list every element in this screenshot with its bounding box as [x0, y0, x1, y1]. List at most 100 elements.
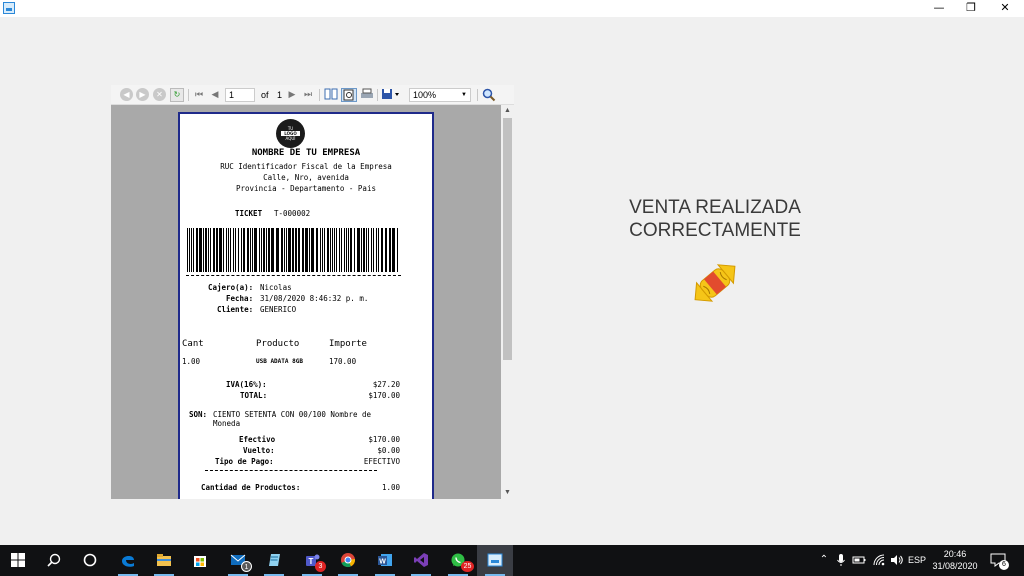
- cashier-value: Nicolas: [260, 283, 292, 292]
- taskbar-search-button[interactable]: [36, 545, 72, 576]
- document-map-icon[interactable]: [324, 88, 338, 102]
- column-header-amount: Importe: [329, 339, 367, 349]
- search-icon: [47, 553, 61, 567]
- total-pages-label: 1: [277, 90, 283, 100]
- vertical-scrollbar[interactable]: ▲ ▼: [501, 105, 514, 499]
- first-page-button[interactable]: ⏮: [194, 88, 204, 102]
- zoom-value: 100%: [413, 90, 437, 100]
- previous-page-button[interactable]: ◀: [210, 88, 220, 102]
- ticket-page: TU LOGO AQUÍ NOMBRE DE TU EMPRESA RUC Id…: [178, 112, 434, 499]
- of-label: of: [261, 90, 269, 100]
- separator-line: [186, 275, 401, 276]
- taskbar-visual-studio[interactable]: [403, 545, 439, 576]
- print-icon[interactable]: [360, 88, 374, 102]
- volume-icon[interactable]: [890, 553, 904, 567]
- payment-type-value: EFECTIVO: [363, 457, 400, 466]
- success-message-line-2: CORRECTAMENTE: [629, 220, 801, 241]
- separator-line: [205, 470, 377, 471]
- change-label: Vuelto:: [243, 446, 275, 455]
- word-icon: W: [378, 554, 392, 566]
- export-icon[interactable]: [381, 88, 401, 102]
- taskbar-file-explorer[interactable]: [146, 545, 182, 576]
- find-icon[interactable]: [482, 88, 496, 102]
- start-button[interactable]: [0, 545, 36, 576]
- taskbar-whatsapp[interactable]: 25: [440, 545, 476, 576]
- column-header-qty: Cant: [182, 339, 204, 349]
- taskbar-word[interactable]: W: [367, 545, 403, 576]
- visual-studio-icon: [414, 553, 428, 567]
- battery-icon[interactable]: [852, 553, 866, 567]
- product-count-label: Cantidad de Productos:: [201, 483, 301, 492]
- company-name: NOMBRE DE TU EMPRESA: [251, 148, 361, 158]
- chevron-down-icon: ▼: [461, 92, 467, 98]
- payment-type-label: Tipo de Pago:: [215, 457, 274, 466]
- notes-icon: [269, 554, 280, 566]
- company-address: Calle, Nro, avenida: [263, 173, 349, 182]
- report-toolbar: ◀ ▶ ✕ ↻ ⏮ ◀ 1 of 1 ▶ ⏭ 100% ▼: [111, 85, 514, 105]
- windows-start-icon: [11, 553, 25, 567]
- stop-button[interactable]: ✕: [153, 88, 166, 101]
- iva-value: $27.20: [372, 380, 400, 389]
- success-message-line-1: VENTA REALIZADA: [629, 197, 801, 218]
- taskbar-teams[interactable]: T 3: [294, 545, 330, 576]
- forward-button[interactable]: ▶: [136, 88, 149, 101]
- company-region: Provincia - Departamento - Pais: [236, 184, 376, 193]
- whatsapp-badge: 25: [461, 561, 474, 572]
- zoom-select[interactable]: 100% ▼: [409, 88, 471, 102]
- app-window-icon: [487, 553, 503, 567]
- ticket-number: T-000002: [274, 209, 311, 218]
- total-label: TOTAL:: [240, 391, 268, 400]
- toolbar-separator: [477, 89, 478, 101]
- logo-text-line: AQUÍ: [285, 136, 296, 141]
- taskbar-edge[interactable]: [110, 545, 146, 576]
- edge-icon: [122, 555, 134, 567]
- taskbar-notes[interactable]: [256, 545, 292, 576]
- mail-badge: 1: [241, 561, 252, 572]
- clock[interactable]: 20:46 31/08/2020: [925, 548, 985, 572]
- success-message: VENTA REALIZADA CORRECTAMENTE: [614, 196, 816, 242]
- last-page-button[interactable]: ⏭: [303, 88, 313, 102]
- client-value: GENERICO: [260, 305, 297, 314]
- maximize-button[interactable]: ❐: [954, 0, 988, 17]
- client-label: Cliente:: [217, 305, 254, 314]
- taskbar-app-window[interactable]: [477, 545, 513, 576]
- item-qty: 1.00: [182, 357, 201, 366]
- show-hidden-icons-button[interactable]: ⌃: [818, 553, 830, 567]
- taskbar-mail[interactable]: 1: [220, 545, 256, 576]
- wifi-icon[interactable]: [872, 553, 886, 567]
- store-icon: [194, 556, 206, 567]
- toolbar-separator: [319, 89, 320, 101]
- son-line-2: Moneda: [213, 419, 241, 428]
- son-line-1: CIENTO SETENTA CON 00/100 Nombre de: [213, 410, 372, 419]
- print-layout-icon[interactable]: [341, 88, 357, 102]
- date-value: 31/08/2020 8:46:32 p. m.: [260, 294, 369, 303]
- chrome-icon: [341, 553, 356, 568]
- title-bar: — ❐ ✕: [0, 0, 1024, 17]
- cashier-label: Cajero(a):: [208, 283, 254, 292]
- taskbar-chrome[interactable]: [330, 545, 366, 576]
- scroll-down-icon[interactable]: ▼: [501, 487, 514, 499]
- cortana-button[interactable]: [72, 545, 108, 576]
- son-label: SON:: [189, 410, 208, 419]
- refresh-button[interactable]: ↻: [170, 88, 184, 102]
- clock-date: 31/08/2020: [932, 561, 978, 571]
- minimize-button[interactable]: —: [922, 0, 956, 17]
- taskbar-store[interactable]: [182, 545, 218, 576]
- teams-badge: 3: [315, 561, 326, 572]
- microphone-icon[interactable]: [836, 553, 846, 567]
- svg-text:T: T: [309, 557, 314, 566]
- ticket-label: TICKET: [235, 209, 263, 218]
- scroll-up-icon[interactable]: ▲: [501, 105, 514, 117]
- notification-center-button[interactable]: 6: [990, 552, 1010, 570]
- next-page-button[interactable]: ▶: [287, 88, 297, 102]
- close-button[interactable]: ✕: [988, 0, 1022, 17]
- back-button[interactable]: ◀: [120, 88, 133, 101]
- company-logo: TU LOGO AQUÍ: [276, 119, 305, 148]
- barcode: [187, 228, 398, 272]
- date-label: Fecha:: [226, 294, 254, 303]
- svg-text:W: W: [379, 559, 386, 566]
- clock-time: 20:46: [943, 549, 967, 559]
- report-canvas: TU LOGO AQUÍ NOMBRE DE TU EMPRESA RUC Id…: [111, 105, 501, 499]
- page-number-input[interactable]: 1: [225, 88, 255, 102]
- scrollbar-thumb[interactable]: [503, 118, 512, 360]
